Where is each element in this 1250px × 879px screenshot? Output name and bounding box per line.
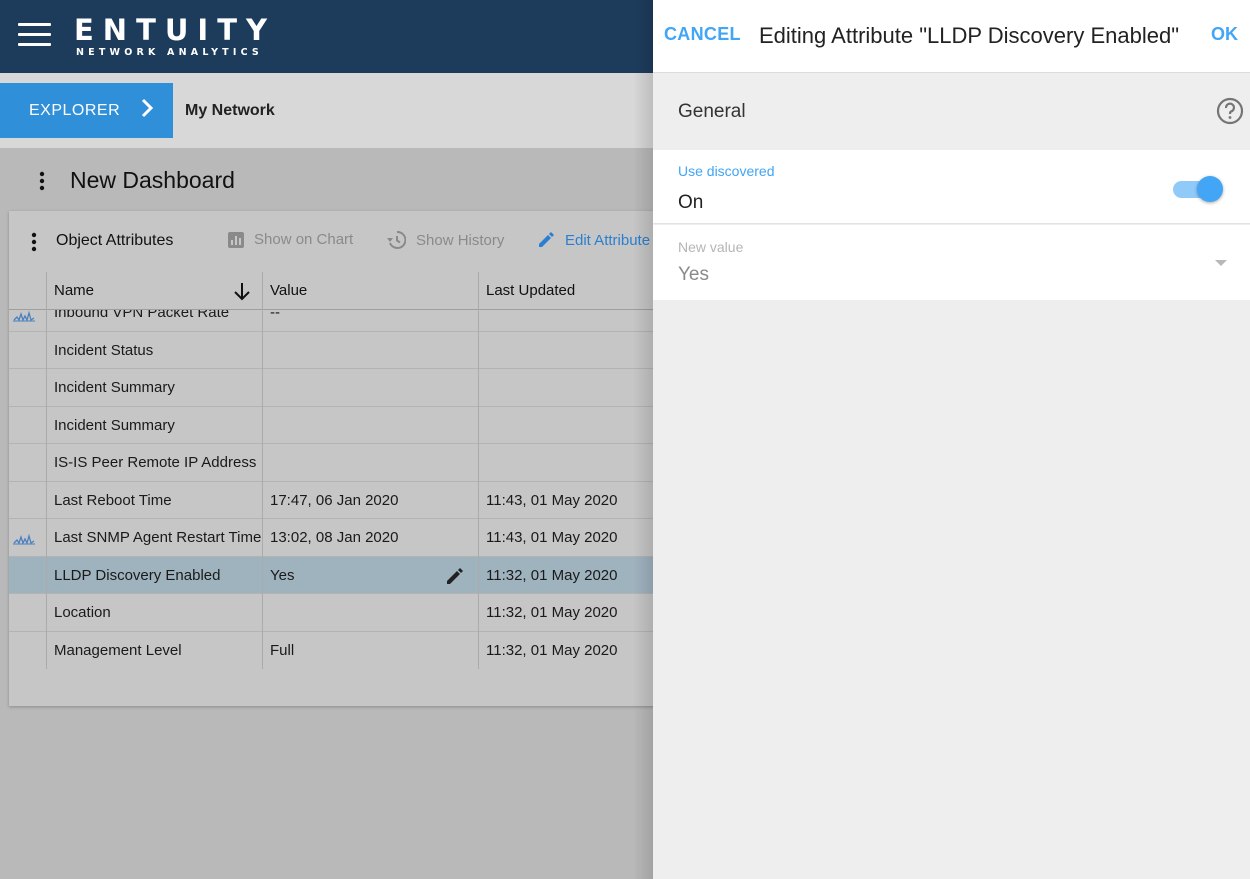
object-attributes-card: Object Attributes Show on Chart Show His… <box>9 211 709 706</box>
table-row[interactable]: Incident Summary <box>9 406 709 445</box>
row-value: 17:47, 06 Jan 2020 <box>262 481 478 519</box>
sort-down-icon <box>234 283 250 301</box>
attributes-table: Name Value Last Updated Inbound VPN Pack… <box>9 272 709 670</box>
table-row[interactable]: Last Reboot Time 17:47, 06 Jan 2020 11:4… <box>9 481 709 520</box>
toggle-thumb <box>1197 176 1223 202</box>
row-value <box>262 594 478 632</box>
row-name: LLDP Discovery Enabled <box>46 556 262 594</box>
row-name: Management Level <box>46 631 262 669</box>
row-name: IS-IS Peer Remote IP Address <box>46 444 262 482</box>
row-icon-cell <box>9 594 46 632</box>
table-row[interactable]: Inbound VPN Packet Rate -- <box>9 310 709 332</box>
table-row[interactable]: Incident Status <box>9 331 709 370</box>
new-value-label: New value <box>678 239 744 255</box>
cancel-button[interactable]: CANCEL <box>664 24 741 45</box>
panel-title: Editing Attribute "LLDP Discovery Enable… <box>759 23 1179 48</box>
edit-pencil-icon[interactable] <box>445 566 465 586</box>
table-row[interactable]: Location 11:32, 01 May 2020 <box>9 594 709 632</box>
help-icon[interactable] <box>1216 97 1244 125</box>
new-value-field[interactable]: New value Yes <box>653 225 1250 300</box>
chevron-right-icon <box>140 98 154 123</box>
ok-button[interactable]: OK <box>1211 24 1238 45</box>
card-title: Object Attributes <box>56 232 174 249</box>
table-body[interactable]: Inbound VPN Packet Rate -- Incident Stat… <box>9 310 709 670</box>
row-name: Incident Status <box>46 331 262 369</box>
table-row[interactable]: IS-IS Peer Remote IP Address <box>9 444 709 482</box>
row-value <box>262 444 478 482</box>
explorer-button[interactable]: EXPLORER <box>0 83 173 138</box>
card-menu-icon[interactable] <box>26 231 42 253</box>
section-title: General <box>678 101 746 122</box>
hamburger-menu-icon[interactable] <box>18 23 51 47</box>
panel-shadow <box>633 0 653 879</box>
row-icon-cell <box>9 632 46 670</box>
sparkline-icon <box>9 519 46 557</box>
show-history-button[interactable]: Show History <box>387 231 504 249</box>
general-section-header: General <box>653 73 1250 150</box>
row-icon-cell <box>9 444 46 482</box>
name-column-header[interactable]: Name <box>46 272 262 310</box>
row-name: Incident Summary <box>46 406 262 444</box>
row-value <box>262 331 478 369</box>
row-value: 13:02, 08 Jan 2020 <box>262 519 478 557</box>
row-value: -- <box>262 310 478 332</box>
explorer-label: EXPLORER <box>29 101 121 119</box>
name-column-label: Name <box>54 282 95 299</box>
use-discovered-value: On <box>678 192 704 213</box>
breadcrumb-current[interactable]: My Network <box>185 102 275 120</box>
logo-main-text: ENTUITY <box>74 13 276 47</box>
row-icon-cell <box>9 369 46 407</box>
row-value <box>262 406 478 444</box>
row-value <box>262 369 478 407</box>
dashboard-menu-icon[interactable] <box>32 170 52 192</box>
row-value-text: Yes <box>270 566 295 584</box>
row-name: Location <box>46 594 262 632</box>
sparkline-icon <box>9 310 46 332</box>
row-name: Last Reboot Time <box>46 481 262 519</box>
chart-icon <box>228 231 244 248</box>
new-value-select[interactable]: Yes <box>678 264 709 286</box>
use-discovered-label: Use discovered <box>678 163 775 179</box>
edit-attribute-panel: CANCEL Editing Attribute "LLDP Discovery… <box>653 0 1250 879</box>
show-on-chart-label: Show on Chart <box>254 231 354 248</box>
icon-column-header <box>9 272 46 310</box>
row-value: Full <box>262 631 478 669</box>
dashboard-title: New Dashboard <box>70 167 235 193</box>
use-discovered-field: Use discovered On <box>653 150 1250 224</box>
pencil-icon <box>539 232 554 247</box>
show-history-label: Show History <box>416 231 505 249</box>
show-on-chart-button[interactable]: Show on Chart <box>228 231 353 248</box>
use-discovered-toggle[interactable] <box>1173 174 1225 202</box>
card-toolbar: Object Attributes Show on Chart Show His… <box>9 211 709 272</box>
row-icon-cell <box>9 557 46 595</box>
row-name: Last SNMP Agent Restart Time <box>46 519 262 557</box>
table-row[interactable]: Incident Summary <box>9 369 709 407</box>
value-column-header[interactable]: Value <box>262 272 478 310</box>
table-row[interactable]: Management Level Full 11:32, 01 May 2020 <box>9 631 709 670</box>
row-icon-cell <box>9 407 46 445</box>
row-name: Inbound VPN Packet Rate <box>46 310 262 332</box>
value-column-label: Value <box>270 282 308 299</box>
history-icon <box>387 231 406 249</box>
entuity-logo: ENTUITY NETWORK ANALYTICS <box>74 14 276 59</box>
table-row-selected[interactable]: LLDP Discovery Enabled Yes 11:32, 01 May… <box>9 556 709 595</box>
row-icon-cell <box>9 332 46 370</box>
panel-header: CANCEL Editing Attribute "LLDP Discovery… <box>653 0 1250 73</box>
last-updated-column-label: Last Updated <box>486 282 576 299</box>
logo-sub-text: NETWORK ANALYTICS <box>76 47 263 58</box>
row-name: Incident Summary <box>46 369 262 407</box>
table-header: Name Value Last Updated <box>9 272 709 310</box>
row-icon-cell <box>9 482 46 520</box>
table-row[interactable]: Last SNMP Agent Restart Time 13:02, 08 J… <box>9 519 709 557</box>
dropdown-arrow-icon[interactable] <box>1215 260 1227 266</box>
